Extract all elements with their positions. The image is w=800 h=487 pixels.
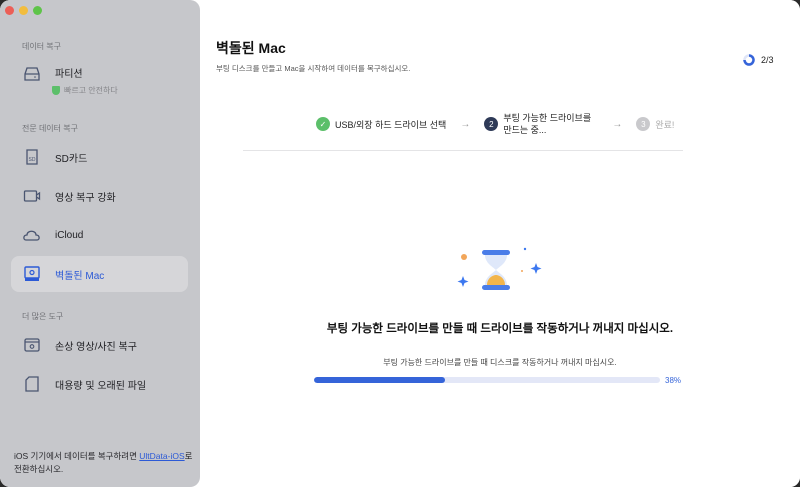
file-icon	[25, 376, 39, 392]
step-2-label: 부팅 가능한 드라이브를 만드는 중...	[503, 113, 592, 135]
hourglass-icon	[457, 247, 542, 290]
progress-bar	[314, 377, 660, 383]
sd-card-icon: SD	[26, 149, 38, 165]
photo-repair-icon	[24, 338, 40, 352]
sidebar-item-icloud[interactable]: iCloud	[11, 217, 188, 253]
sidebar-item-label: iCloud	[55, 229, 84, 241]
page-count: 2/3	[761, 55, 774, 65]
svg-text:SD: SD	[29, 157, 36, 163]
progress-ring-icon	[743, 54, 755, 66]
sidebar-item-photo-video-repair[interactable]: 손상 영상/사진 복구	[11, 327, 188, 363]
step-indicator: 2/3	[743, 54, 774, 66]
divider	[243, 150, 683, 151]
sidebar-item-label: 벽돌된 Mac	[55, 270, 105, 282]
mac-icon	[24, 266, 40, 281]
cloud-icon	[23, 230, 40, 241]
progress-percent: 38%	[665, 376, 682, 385]
warning-message: 부팅 가능한 드라이브를 만들 때 드라이브를 작동하거나 꺼내지 마십시오.	[326, 323, 674, 335]
sidebar-item-label: SD카드	[55, 153, 88, 165]
progress-detail: 부팅 가능한 드라이브를 만들 때 디스크를 작동하거나 꺼내지 마십시오.	[383, 358, 617, 367]
arrow-right-icon: →	[460, 118, 471, 130]
sidebar-item-sd-card[interactable]: SD SD카드	[11, 139, 188, 175]
sidebar-item-label: 대용량 및 오래된 파일	[55, 380, 147, 392]
arrow-right-icon: →	[612, 118, 623, 130]
window-controls	[5, 6, 42, 15]
sidebar: 데이터 복구 파티션 빠르고 안전하다 전문 데이터 복구 SD SD카드 영상…	[0, 0, 200, 487]
sidebar-item-label: 손상 영상/사진 복구	[55, 341, 137, 353]
step-3-number: 3	[636, 117, 651, 131]
footer-text: iOS 기기에서 데이터를 복구하려면	[14, 451, 140, 461]
sidebar-item-video-repair[interactable]: 영상 복구 강화	[11, 178, 188, 214]
sidebar-item-label: 영상 복구 강화	[55, 192, 116, 204]
stepper: ✓ USB/외장 하드 드라이브 선택 → 2 부팅 가능한 드라이브를 만드는…	[316, 112, 674, 136]
check-icon: ✓	[316, 117, 330, 131]
sidebar-item-label: 파티션	[55, 69, 83, 80]
section-label: 데이터 복구	[22, 42, 62, 51]
section-label: 전문 데이터 복구	[22, 124, 78, 133]
zoom-button[interactable]	[33, 6, 42, 15]
progress-fill	[314, 377, 446, 383]
sidebar-item-large-old-files[interactable]: 대용량 및 오래된 파일	[11, 366, 188, 402]
step-2-number: 2	[484, 117, 499, 131]
main-panel: 벽돌된 Mac 부팅 디스크를 만들고 Mac을 시작하여 데이터를 복구하십시…	[200, 0, 800, 487]
close-button[interactable]	[5, 6, 14, 15]
shield-check-icon	[52, 86, 60, 95]
ios-switch-note: iOS 기기에서 데이터를 복구하려면 UltData-iOS로 전환하십시오.	[14, 450, 194, 476]
step-3-label: 완료!	[655, 119, 675, 130]
page-subtitle: 부팅 디스크를 만들고 Mac을 시작하여 데이터를 복구하십시오.	[216, 64, 411, 73]
app-window: 데이터 복구 파티션 빠르고 안전하다 전문 데이터 복구 SD SD카드 영상…	[0, 0, 800, 487]
section-label: 더 많은 도구	[22, 312, 64, 321]
ultdata-ios-link[interactable]: UltData-iOS	[139, 451, 184, 461]
page-title: 벽돌된 Mac	[216, 40, 286, 56]
drive-icon	[24, 67, 40, 81]
step-1-label: USB/외장 하드 드라이브 선택	[335, 119, 447, 130]
sidebar-item-bricked-mac[interactable]: 벽돌된 Mac	[11, 256, 188, 292]
partition-subtitle: 빠르고 안전하다	[52, 85, 118, 96]
video-camera-icon	[23, 190, 41, 202]
minimize-button[interactable]	[19, 6, 28, 15]
subtitle-text: 빠르고 안전하다	[64, 86, 118, 95]
